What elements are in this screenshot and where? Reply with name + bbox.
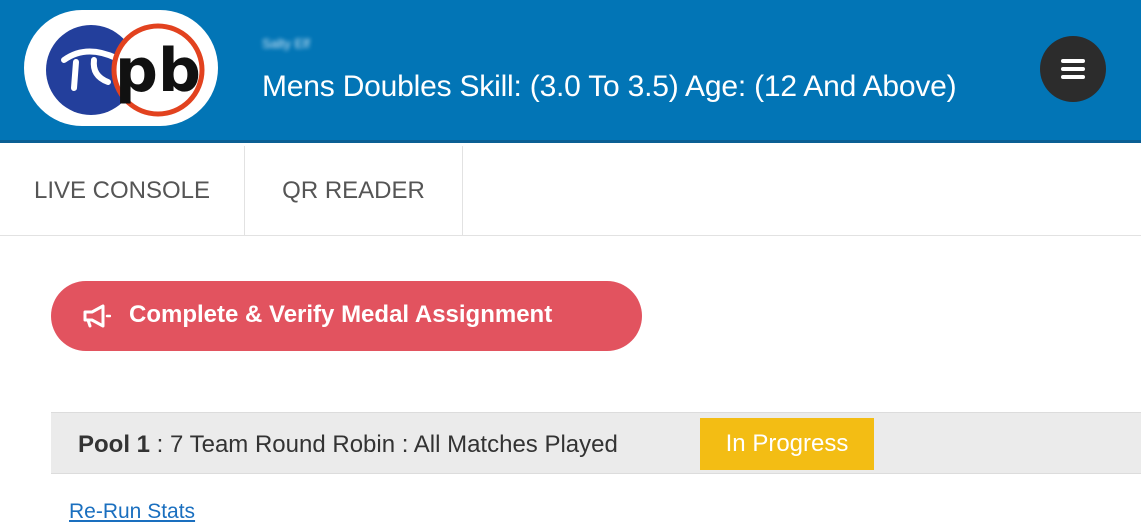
tab-bar: LIVE CONSOLE QR READER xyxy=(0,146,1141,236)
hamburger-icon-bar xyxy=(1061,75,1085,79)
pool-header: Pool 1 : 7 Team Round Robin : All Matche… xyxy=(51,412,1141,474)
organizer-name: Salty Elf xyxy=(262,36,310,51)
pool-separator: : xyxy=(150,431,171,458)
status-badge: In Progress xyxy=(700,418,874,470)
complete-verify-medal-button[interactable]: Complete & Verify Medal Assignment xyxy=(51,281,642,351)
logo-text: pb xyxy=(115,36,201,106)
pickleball-logo[interactable]: pb xyxy=(24,10,218,126)
event-title: Mens Doubles Skill: (3.0 To 3.5) Age: (1… xyxy=(262,70,957,103)
megaphone-icon xyxy=(83,304,111,328)
pool-summary: Pool 1 : 7 Team Round Robin : All Matche… xyxy=(78,431,618,459)
tab-qr-reader[interactable]: QR READER xyxy=(245,146,463,236)
header-bar: pb Salty Elf Mens Doubles Skill: (3.0 To… xyxy=(0,0,1141,143)
pool-description: 7 Team Round Robin : All Matches Played xyxy=(170,431,618,458)
logo-graphic: pb xyxy=(46,23,205,117)
hamburger-icon xyxy=(1061,59,1085,63)
rerun-stats-link[interactable]: Re-Run Stats xyxy=(69,500,195,524)
hamburger-icon-bar xyxy=(1061,67,1085,71)
menu-button[interactable] xyxy=(1040,36,1106,102)
pool-name: Pool 1 xyxy=(78,431,151,458)
tab-live-console[interactable]: LIVE CONSOLE xyxy=(0,146,245,236)
verify-button-label: Complete & Verify Medal Assignment xyxy=(129,301,553,328)
